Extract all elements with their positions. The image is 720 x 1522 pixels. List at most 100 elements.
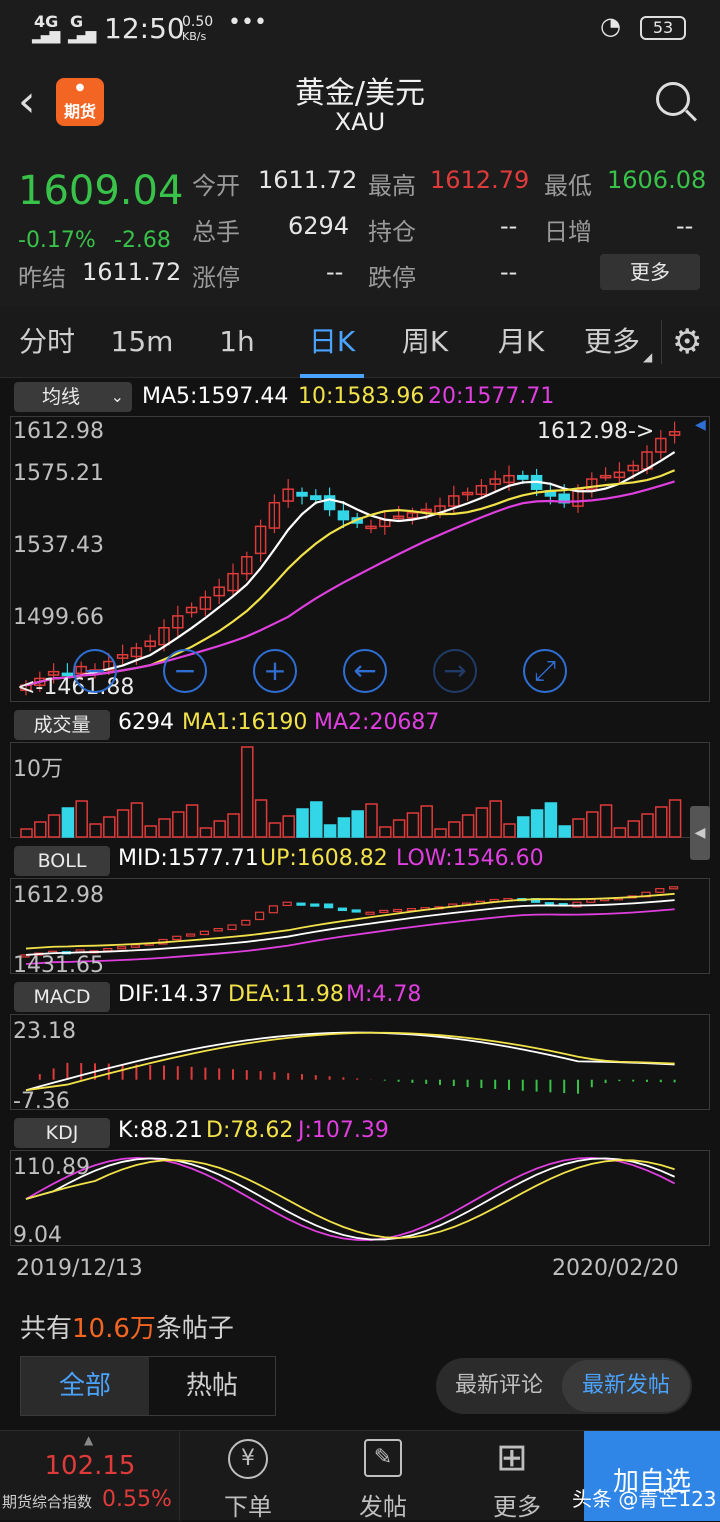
quote-panel: 1609.04 -0.17% -2.68 昨结 1611.72 今开 1611.…	[0, 148, 720, 306]
volume-bar	[461, 814, 475, 838]
boll-candle	[268, 905, 278, 914]
tab-1h[interactable]: 1h	[200, 306, 274, 378]
boll-indicator-label[interactable]: BOLL	[14, 846, 110, 876]
tab-timeshare[interactable]: 分时	[8, 306, 86, 378]
y-label-2: 1575.21	[13, 461, 104, 486]
kdj-k-line	[25, 1157, 675, 1241]
kdj-panel[interactable]: 110.89 9.04	[10, 1150, 710, 1248]
yen-icon: ¥	[228, 1439, 268, 1479]
status-bar: 4G ▂▄▆ G ▂▄▆ 12:50 0.50 KB/s ••• ◔ 53	[0, 0, 720, 56]
zoom-in-icon[interactable]: +	[253, 649, 297, 693]
volume-bar	[268, 822, 282, 838]
candle-body	[310, 495, 322, 501]
boll-candle	[406, 908, 416, 912]
boll-candle	[324, 903, 334, 909]
scroll-right-icon[interactable]: →	[433, 649, 477, 693]
kdj-indicator-label[interactable]: KDJ	[14, 1118, 110, 1148]
collapse-panel-handle[interactable]: ◀	[690, 806, 710, 860]
more-button[interactable]: ⊞ 更多	[450, 1431, 584, 1521]
kdj-d-line	[25, 1159, 675, 1239]
post-button[interactable]: ✎ 发帖	[316, 1431, 450, 1521]
volume-bar	[365, 803, 378, 838]
y-label-1: 1612.98	[13, 419, 104, 444]
volume-ma1: MA1:16190	[182, 710, 308, 735]
posts-tab-group: 全部 热帖	[20, 1356, 276, 1416]
tab-weekly-k[interactable]: 周K	[388, 306, 462, 378]
chevron-down-icon: ⌄	[110, 387, 124, 406]
futures-index-widget[interactable]: ▲ 102.15 期货综合指数 0.55%	[0, 1431, 180, 1521]
position-value: --	[500, 212, 518, 240]
kdj-j: J:107.39	[298, 1118, 389, 1143]
high-label: 最高	[368, 172, 416, 200]
volume-bar	[158, 818, 171, 838]
battery-icon: 53	[640, 16, 686, 40]
prev-close-label: 昨结	[18, 264, 66, 292]
change-value: -2.68	[114, 228, 171, 253]
candle-body	[296, 491, 308, 497]
sort-latest-post[interactable]: 最新发帖	[562, 1360, 690, 1412]
boll-candle	[586, 898, 596, 903]
limit-up-label: 涨停	[192, 264, 240, 292]
volume-bar	[116, 809, 130, 838]
latest-pointer-icon: ◀	[695, 417, 706, 433]
boll-candle	[544, 902, 555, 906]
ma5-line	[25, 451, 676, 687]
volume-bar	[655, 806, 668, 838]
boll-panel[interactable]: 1612.98 1431.65	[10, 878, 710, 978]
macd-panel[interactable]: 23.18 -7.36	[10, 1014, 710, 1114]
volume-panel[interactable]: 10万	[10, 742, 710, 838]
boll-y-top: 1612.98	[13, 883, 104, 908]
boll-candle	[668, 886, 679, 890]
volume-bar	[641, 813, 654, 838]
settings-gear-icon[interactable]: ⚙	[672, 322, 702, 362]
tab-hot-posts[interactable]: 热帖	[149, 1357, 275, 1415]
tab-monthly-k[interactable]: 月K	[484, 306, 558, 378]
boll-candle	[365, 911, 375, 915]
order-button[interactable]: ¥ 下单	[180, 1431, 316, 1521]
tab-all-posts[interactable]: 全部	[21, 1357, 149, 1415]
prev-close-value: 1611.72	[82, 258, 182, 286]
boll-candle	[379, 909, 389, 914]
volume-bar	[351, 810, 364, 838]
scroll-left-icon[interactable]: ←	[343, 649, 387, 693]
tab-15m[interactable]: 15m	[100, 306, 184, 378]
boll-candle	[172, 935, 182, 941]
boll-low-line	[25, 908, 675, 965]
ma20-value: 20:1577.71	[428, 384, 555, 409]
index-value: 102.15	[44, 1451, 136, 1481]
boll-candle	[241, 919, 251, 926]
order-label: 下单	[224, 1493, 272, 1521]
boll-mid: MID:1577.71	[118, 846, 259, 871]
tab-more[interactable]: 更多	[578, 306, 646, 378]
volume-ma2: MA2:20687	[314, 710, 440, 735]
volume-indicator-label[interactable]: 成交量	[14, 710, 110, 740]
sort-toggle: 最新评论 最新发帖	[436, 1358, 692, 1414]
fullscreen-icon[interactable]: ⤢	[523, 649, 567, 693]
macd-indicator-label[interactable]: MACD	[14, 982, 110, 1012]
boll-chart	[20, 886, 679, 965]
high-marker: 1612.98->	[537, 419, 655, 444]
net-speed-unit: KB/s	[182, 30, 207, 43]
open-value: 1611.72	[258, 166, 358, 194]
more-quote-button[interactable]: 更多	[600, 254, 700, 290]
y-label-4: 1499.66	[13, 605, 104, 630]
zoom-out-left-icon[interactable]: −	[73, 649, 117, 693]
index-name: 期货综合指数	[2, 1493, 93, 1511]
kline-panel[interactable]: 1612.98 1575.21 1537.43 1499.66 <-1461.8…	[10, 416, 710, 702]
boll-up: UP:1608.82	[260, 846, 388, 871]
period-tabs: 分时 15m 1h 日K 周K 月K 更多 ◢ ⚙	[0, 306, 720, 378]
boll-candle	[655, 888, 665, 893]
kdj-k: K:88.21	[118, 1118, 203, 1143]
tab-daily-k[interactable]: 日K	[286, 306, 378, 378]
ma-selector[interactable]: 均线 ⌄	[14, 382, 132, 412]
zoom-out-icon[interactable]: −	[163, 649, 207, 693]
volume-bar	[75, 800, 88, 838]
clock: 12:50	[104, 12, 185, 45]
tab-divider	[661, 320, 662, 364]
change-percent: -0.17%	[18, 228, 96, 253]
sort-latest-comment[interactable]: 最新评论	[436, 1358, 562, 1414]
volume-bar	[530, 809, 544, 838]
volume-bar	[599, 804, 613, 838]
ma5-value: MA5:1597.44	[142, 384, 289, 409]
volume-bar	[130, 802, 144, 838]
